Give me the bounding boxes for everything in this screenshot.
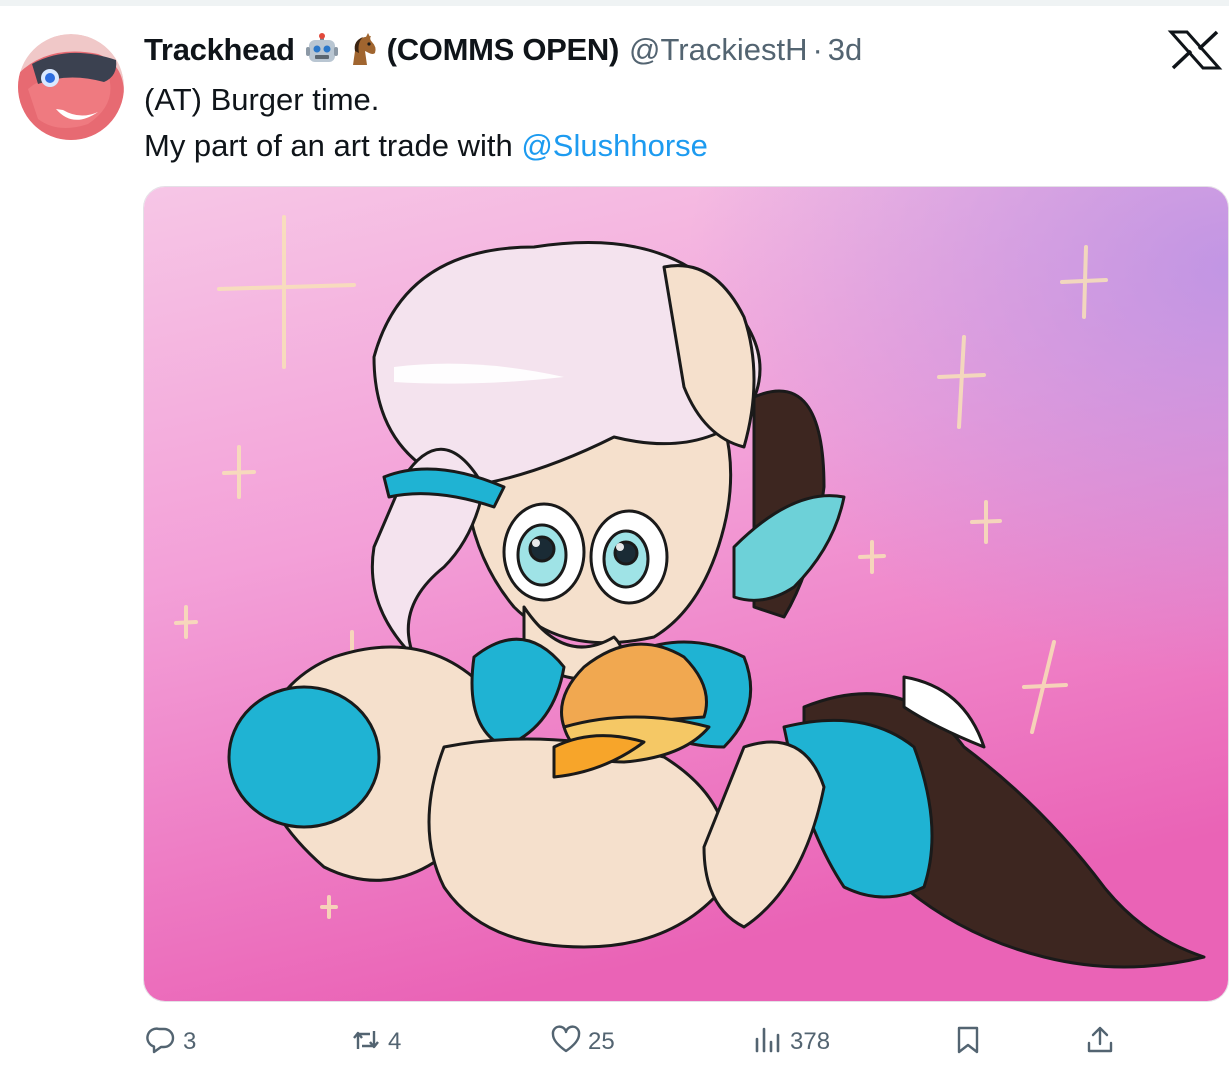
tweet-text-line-1: (AT) Burger time. xyxy=(144,82,380,117)
repost-icon xyxy=(350,1024,382,1061)
repost-button[interactable]: 4 xyxy=(350,1018,401,1066)
bookmark-button[interactable] xyxy=(952,1018,984,1066)
timestamp[interactable]: 3d xyxy=(828,32,862,68)
views-count: 378 xyxy=(790,1028,831,1055)
views-icon xyxy=(752,1024,784,1061)
bookmark-icon xyxy=(952,1024,984,1061)
share-button[interactable] xyxy=(1084,1018,1116,1066)
repost-count: 4 xyxy=(388,1028,402,1055)
like-button[interactable]: 25 xyxy=(550,1018,615,1066)
like-count: 25 xyxy=(588,1028,615,1055)
reply-count: 3 xyxy=(183,1028,197,1055)
top-divider xyxy=(0,0,1229,6)
heart-icon xyxy=(550,1024,582,1061)
x-logo-icon[interactable] xyxy=(1167,30,1223,70)
name-suffix: (COMMS OPEN) xyxy=(386,32,620,67)
display-name[interactable]: Trackhead xyxy=(144,32,295,68)
avatar[interactable] xyxy=(18,34,124,140)
tweet-text-line-2: My part of an art trade with @Slushhorse xyxy=(144,126,708,166)
tweet-image[interactable] xyxy=(143,186,1229,1002)
reply-button[interactable]: 3 xyxy=(145,1018,196,1066)
robot-emoji-icon xyxy=(305,33,339,67)
horse-emoji-icon xyxy=(345,33,379,67)
mention-link[interactable]: @Slushhorse xyxy=(521,128,708,163)
views-button[interactable]: 378 xyxy=(752,1018,830,1066)
tweet-text-prefix: My part of an art trade with xyxy=(144,128,522,163)
share-icon xyxy=(1084,1024,1116,1061)
separator-dot: · xyxy=(812,32,823,67)
tweet-actions: 3 4 25 378 xyxy=(0,1018,1229,1066)
reply-icon xyxy=(145,1024,177,1061)
user-handle[interactable]: @TrackiestH xyxy=(629,32,807,68)
tweet-header: Trackhead (COMMS OPEN) @TrackiestH · 3d xyxy=(144,28,862,72)
